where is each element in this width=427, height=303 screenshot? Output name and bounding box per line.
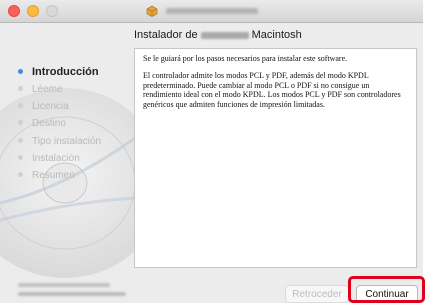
step-tipo-instalacion: Tipo instalación bbox=[18, 136, 101, 147]
zoom-window-button[interactable] bbox=[46, 5, 58, 17]
back-button[interactable]: Retroceder bbox=[285, 285, 349, 303]
driver-modes-paragraph: El controlador admite los modos PCL y PD… bbox=[143, 71, 401, 109]
package-installer-icon bbox=[146, 5, 158, 17]
step-bullet-icon bbox=[18, 102, 23, 108]
step-instalacion: Instalación bbox=[18, 153, 80, 164]
intro-paragraph: Se le guiará por los pasos necesarios pa… bbox=[143, 54, 348, 63]
redacted-footer-text bbox=[18, 283, 110, 287]
introduction-text-area[interactable]: Se le guiará por los pasos necesarios pa… bbox=[134, 48, 417, 268]
step-introduccion: Introducción bbox=[18, 66, 99, 78]
installer-window: Introducción Léeme Licencia Destino Tipo… bbox=[0, 0, 423, 303]
redacted-brand-name bbox=[200, 31, 249, 39]
step-leeme: Léeme bbox=[18, 84, 63, 95]
minimize-window-button[interactable] bbox=[27, 5, 39, 17]
step-bullet-icon bbox=[18, 154, 23, 160]
step-bullet-icon bbox=[18, 85, 23, 91]
step-bullet-icon bbox=[18, 119, 23, 125]
steps-sidebar: Introducción Léeme Licencia Destino Tipo… bbox=[0, 23, 165, 303]
step-licencia: Licencia bbox=[18, 101, 69, 112]
step-bullet-icon bbox=[18, 137, 23, 143]
title-bar bbox=[0, 0, 423, 23]
step-destino: Destino bbox=[18, 118, 66, 129]
close-window-button[interactable] bbox=[8, 5, 20, 17]
redacted-footer-text bbox=[18, 292, 126, 296]
step-resumen: Resumen bbox=[18, 170, 75, 181]
page-heading: Instalador de Macintosh bbox=[134, 29, 302, 41]
step-bullet-icon bbox=[18, 171, 23, 177]
window-title-redacted bbox=[166, 8, 258, 14]
continue-highlight-box bbox=[348, 276, 425, 303]
step-bullet-icon bbox=[18, 68, 23, 74]
